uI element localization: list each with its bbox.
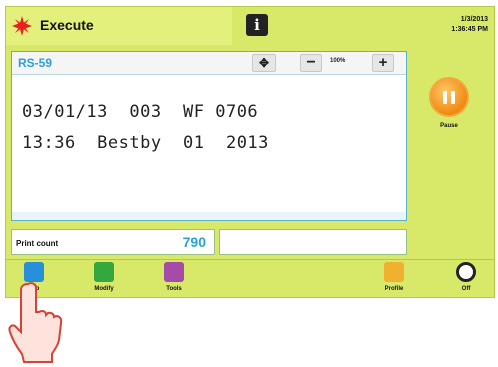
nav-label: Tools (166, 286, 182, 292)
message-preview[interactable]: 03/01/13 003 WF 0706 13:36 Bestby 01 201… (12, 76, 316, 206)
nav-label: Off (461, 286, 471, 292)
header-bar: Execute i 1/3/2013 1:36:45 PM (6, 7, 494, 45)
pause-icon (443, 91, 447, 104)
print-count-box: Print count 790 (11, 229, 215, 255)
nav-profile-button[interactable]: Profile (374, 262, 414, 296)
nav-tools-button[interactable]: Tools (154, 262, 194, 296)
editor-toolbar: RS-59 ✥ − 100% + (12, 52, 406, 75)
title-bar: Execute (6, 7, 232, 45)
time-text: 1:36:45 PM (451, 26, 488, 33)
nav-modify-button[interactable]: Modify (84, 262, 124, 296)
move-icon[interactable]: ✥ (252, 54, 276, 72)
zoom-in-button[interactable]: + (372, 54, 394, 72)
profile-icon (384, 262, 404, 282)
zoom-level: 100% (330, 58, 346, 64)
panel-footer (12, 212, 406, 220)
nav-off-button[interactable]: Off (446, 262, 486, 296)
pause-button[interactable] (429, 77, 469, 117)
printer-screen: Execute i 1/3/2013 1:36:45 PM RS-59 ✥ − … (5, 6, 495, 298)
message-line: 13:36 Bestby 01 2013 (22, 133, 269, 153)
print-count-value: 790 (182, 234, 206, 250)
starburst-icon (12, 16, 32, 36)
nav-label: Profile (384, 286, 404, 292)
pause-icon (451, 91, 455, 104)
power-off-icon (456, 262, 476, 282)
date-text: 1/3/2013 (460, 16, 488, 23)
date-time: 1/3/2013 1:36:45 PM (451, 15, 488, 35)
status-field (219, 229, 407, 255)
message-editor-panel: RS-59 ✥ − 100% + 03/01/13 003 WF 0706 13… (11, 51, 407, 221)
message-line: 03/01/13 003 WF 0706 (22, 102, 259, 122)
tools-icon (164, 262, 184, 282)
page-title: Execute (40, 17, 94, 33)
job-icon (24, 262, 44, 282)
info-icon[interactable]: i (246, 14, 268, 36)
zoom-out-button[interactable]: − (300, 54, 322, 72)
job-name: RS-59 (18, 56, 53, 70)
nav-label: Modify (94, 286, 114, 292)
pause-label: Pause (440, 123, 458, 129)
modify-icon (94, 262, 114, 282)
pointing-hand-icon (8, 282, 63, 363)
bottom-nav: Job Modify Tools Profile Off (6, 259, 494, 298)
print-count-label: Print count (16, 239, 59, 248)
